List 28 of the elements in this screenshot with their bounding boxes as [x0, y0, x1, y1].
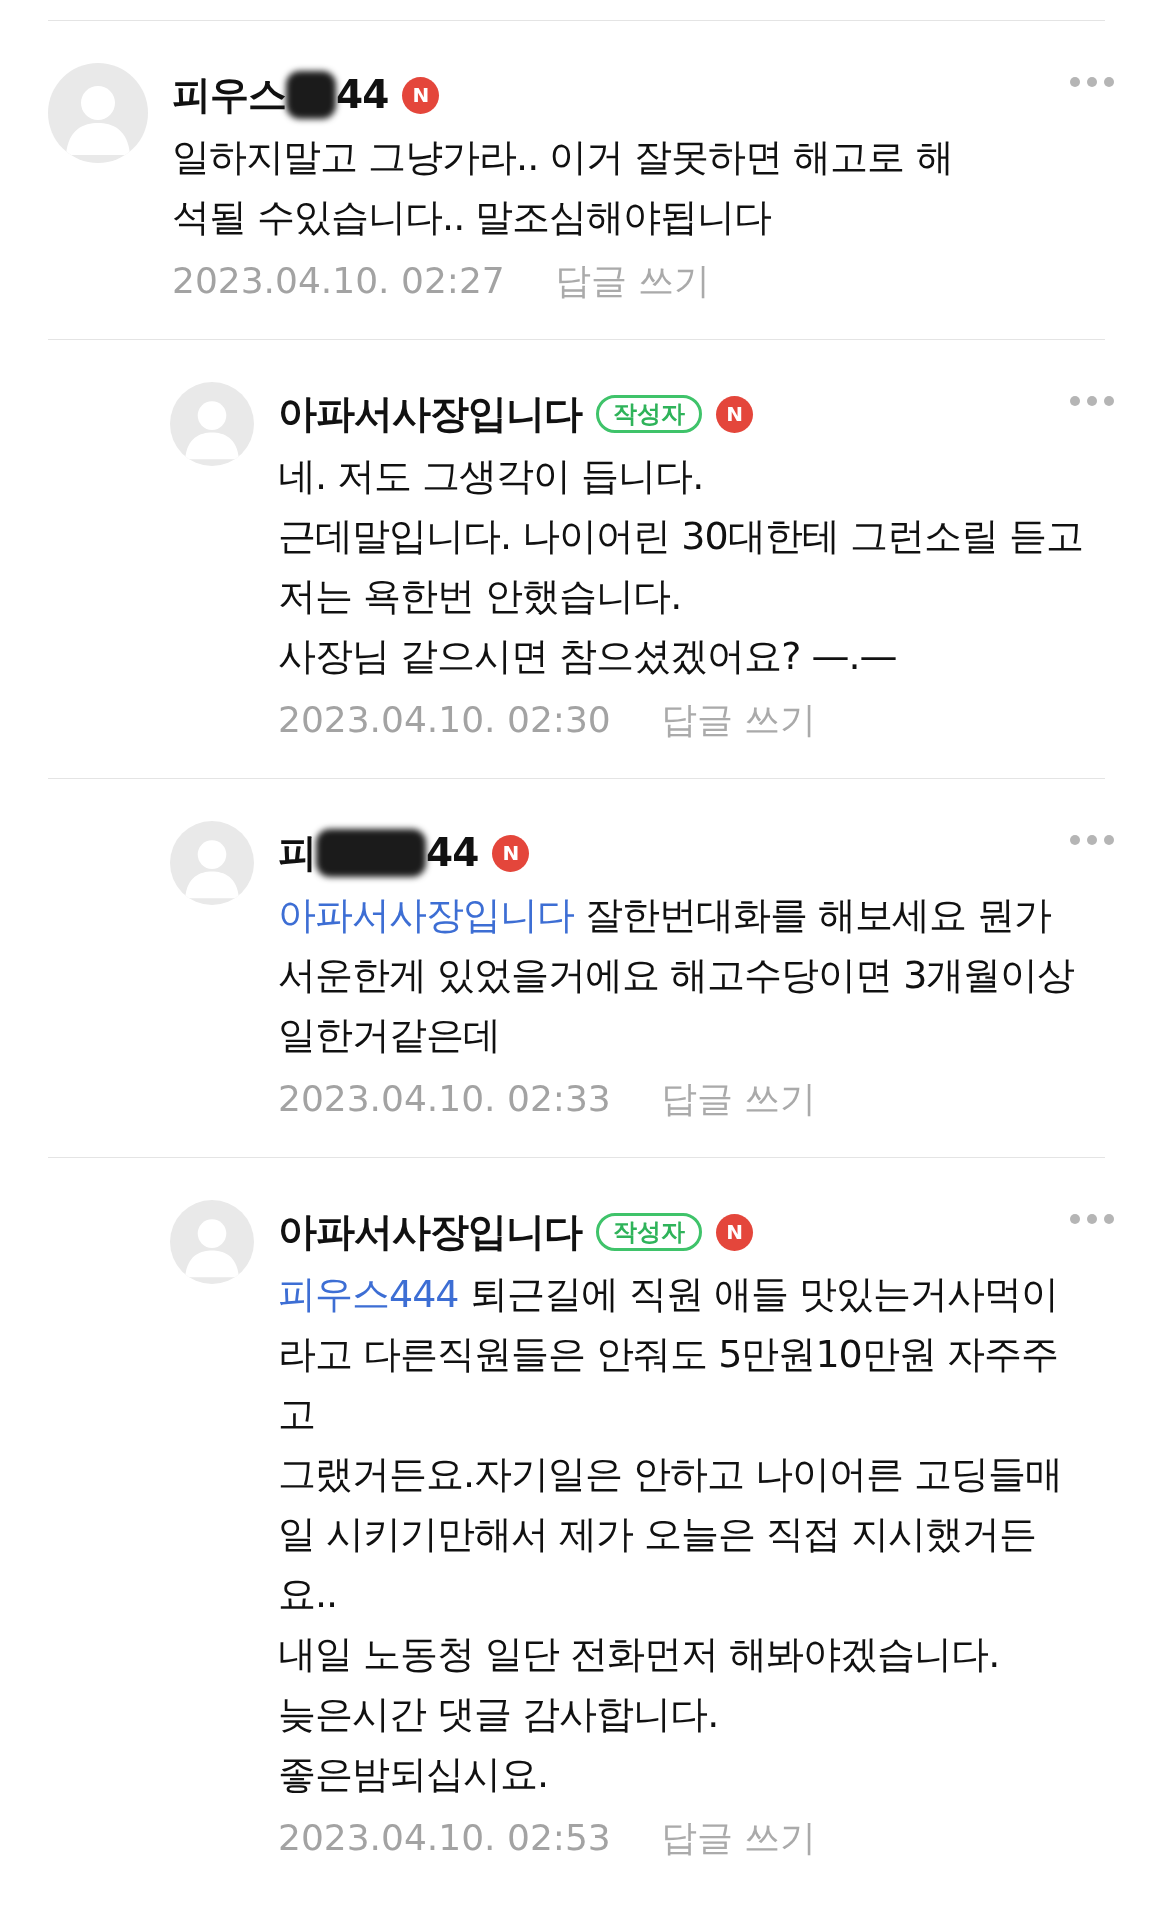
author-badge: 작성자: [596, 1212, 702, 1252]
comment-date: 2023.04.10. 02:53: [278, 1816, 611, 1860]
comment-date: 2023.04.10. 02:30: [278, 698, 611, 742]
comment-text: 피우스444 퇴근길에 직원 애들 맛있는거사먹이라고 다른직원들은 안줘도 5만원10만원 자주주고: [278, 1271, 1059, 1438]
comment-text: 아파서사장입니다 잘한번대화를 해보세요 뭔가 서운한게 있었을거에요 해고수당이면 3개월이상일한거같은데: [278, 892, 1076, 1059]
new-badge: N: [492, 834, 530, 872]
comment-text: 사장님 같으시면 참으셨겠어요? —.—: [278, 633, 898, 680]
author-badge: 작성자: [596, 394, 702, 434]
comment-text: 그랬거든요.자기일은 안하고 나이어른 고딩들매일 시키기만해서 제가 오늘은 직접 지시했거든요..: [278, 1451, 1064, 1618]
mention-link[interactable]: 피우스444: [278, 1272, 459, 1316]
new-badge: N: [402, 76, 440, 114]
comment-text: 내일 노동청 일단 전화먼저 해봐야겠습니다.: [278, 1631, 1001, 1678]
author-name[interactable]: 44: [336, 65, 389, 125]
comment-text: 일하지말고 그냥가라.. 이거 잘못하면 해고로 해석될 수있습니다.. 말조심해야됩니다: [172, 134, 954, 241]
author-name[interactable]: 44: [426, 823, 479, 883]
comment-text: 네. 저도 그생각이 듭니다.: [278, 453, 705, 500]
author-name[interactable]: 아파서사장입니다: [278, 384, 582, 444]
comment-date: 2023.04.10. 02:33: [278, 1077, 611, 1121]
comment-text: 늦은시간 댓글 감사합니다.: [278, 1691, 720, 1738]
comment-text: 좋은밤되십시요.: [278, 1751, 550, 1798]
new-badge: N: [716, 395, 753, 433]
author-name[interactable]: 아파서사장입니다: [278, 1202, 582, 1262]
comment-text: 근데말입니다. 나이어린 30대한테 그런소릴 듣고 저는 욕한번 안했습니다.: [278, 513, 1084, 620]
mention-link[interactable]: 아파서사장입니다: [278, 893, 574, 937]
author-name[interactable]: 피: [278, 823, 316, 883]
new-badge: N: [716, 1213, 753, 1251]
comment-date: 2023.04.10. 02:27: [172, 259, 505, 303]
author-name[interactable]: 피우스: [172, 65, 286, 125]
